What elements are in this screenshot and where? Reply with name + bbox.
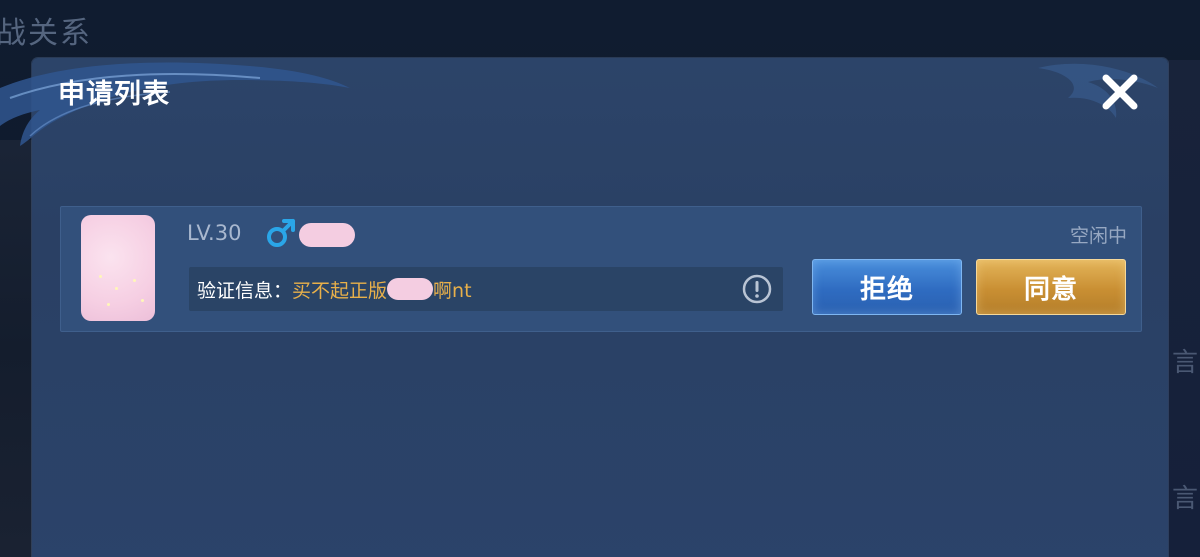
screen: 战关系 言 言 申请列表 LV.30 空闲中 验证信息： 买不起正版 啊nt 拒…	[0, 0, 1200, 557]
online-status: 空闲中	[1069, 225, 1127, 247]
verification-redacted	[387, 278, 434, 300]
background-right-glyph: 言	[1171, 484, 1198, 514]
verification-message-box: 验证信息： 买不起正版 啊nt	[189, 267, 783, 311]
application-list-dialog: 申请列表 LV.30 空闲中 验证信息： 买不起正版 啊nt 拒绝 同意	[0, 58, 1168, 557]
exclamation-circle-icon[interactable]	[741, 273, 773, 305]
cloud-ornament-left	[0, 62, 350, 146]
background-right-glyph: 言	[1171, 348, 1198, 378]
male-icon	[267, 219, 295, 247]
friend-request-item: LV.30 空闲中 验证信息： 买不起正版 啊nt 拒绝 同意	[60, 206, 1142, 332]
background-right-panel: 言 言	[1168, 60, 1200, 557]
dialog-title: 申请列表	[58, 79, 170, 110]
verification-message-tail: 啊nt	[433, 279, 472, 302]
verification-label: 验证信息：	[197, 279, 293, 302]
player-level: LV.30	[187, 221, 242, 245]
reject-button[interactable]: 拒绝	[812, 259, 962, 315]
accept-button[interactable]: 同意	[976, 259, 1126, 315]
background-side-panel	[0, 140, 34, 557]
avatar[interactable]	[81, 215, 155, 321]
verification-message: 买不起正版	[292, 279, 388, 302]
background-page-title: 战关系	[0, 16, 92, 51]
player-name-redacted	[299, 223, 355, 247]
close-icon[interactable]	[1096, 68, 1144, 116]
